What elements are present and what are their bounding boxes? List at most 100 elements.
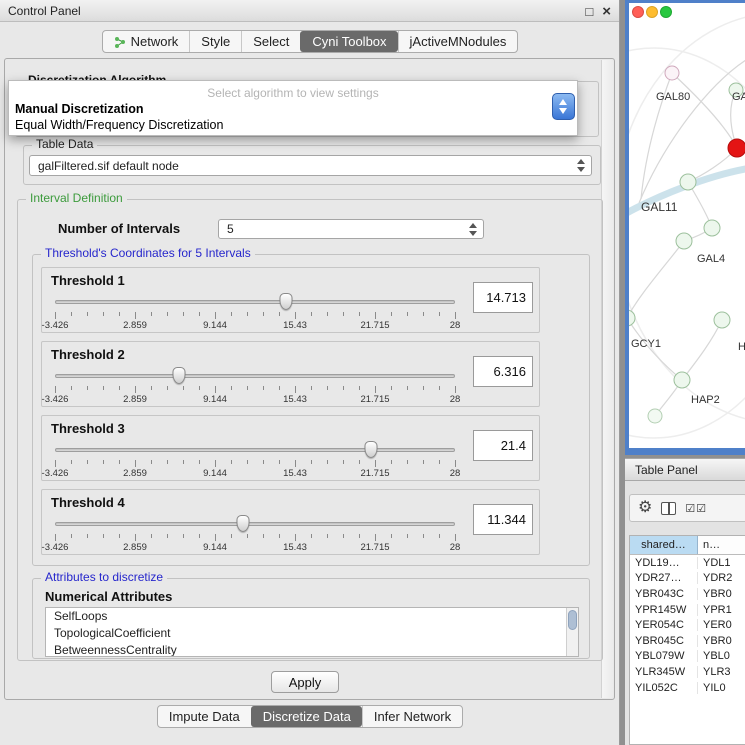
attribute-list-item[interactable]: SelfLoops	[46, 608, 578, 625]
scale-tick-label: 28	[450, 468, 461, 479]
tab-infer-network[interactable]: Infer Network	[362, 706, 462, 727]
table-row[interactable]: YBR043CYBR0	[630, 586, 745, 602]
slider-thumb[interactable]	[237, 515, 250, 532]
algorithm-option-manual[interactable]: Manual Discretization	[15, 102, 144, 116]
network-node[interactable]	[629, 310, 635, 326]
slider-track[interactable]	[55, 374, 455, 378]
column-header-name[interactable]: n…	[698, 536, 745, 554]
network-node[interactable]	[674, 372, 690, 388]
algorithm-placeholder: Select algorithm to view settings	[9, 86, 577, 100]
network-canvas[interactable]: GAL80 GA GAL11 GAL4 GCY1 H HAP2	[629, 3, 745, 448]
number-of-intervals-value: 5	[219, 222, 469, 236]
node-label: GCY1	[631, 338, 661, 350]
tab-jactivemnodules-label: jActiveMNodules	[410, 34, 507, 49]
float-window-icon[interactable]: □	[585, 4, 593, 19]
table-row[interactable]: YDL19…YDL1	[630, 555, 745, 571]
threshold-1-slider: -3.426 2.859 9.144 15.43 21.715 28	[55, 292, 455, 332]
selected-node-red[interactable]	[728, 139, 745, 157]
numerical-attributes-list[interactable]: SelfLoopsTopologicalCoefficientBetweenne…	[45, 607, 579, 657]
scale-tick-label: -3.426	[42, 542, 69, 553]
tab-impute-data[interactable]: Impute Data	[158, 706, 251, 727]
scale-tick-label: 9.144	[203, 320, 227, 331]
threshold-2-label: Threshold 2	[51, 347, 125, 362]
network-node[interactable]	[648, 409, 662, 423]
minimize-traffic-light[interactable]	[647, 7, 658, 18]
apply-button[interactable]: Apply	[271, 671, 339, 693]
attribute-list-item[interactable]: TopologicalCoefficient	[46, 625, 578, 642]
slider-thumb[interactable]	[279, 293, 292, 310]
slider-track[interactable]	[55, 522, 455, 526]
table-row[interactable]: YDR27…YDR2	[630, 571, 745, 587]
scale-tick-label: 28	[450, 394, 461, 405]
table-data-value: galFiltered.sif default node	[30, 159, 577, 173]
number-of-intervals-combobox[interactable]: 5	[218, 219, 484, 239]
column-header-shared-name[interactable]: shared…	[630, 536, 698, 554]
table-row[interactable]: YBR045CYBR0	[630, 633, 745, 649]
tab-cyni-toolbox[interactable]: Cyni Toolbox	[300, 31, 397, 52]
node-table-rows: YDL19…YDL1YDR27…YDR2YBR043CYBR0YPR145WYP…	[630, 555, 745, 695]
network-node[interactable]	[704, 220, 720, 236]
table-header-row: shared… n…	[630, 536, 745, 555]
scale-tick-label: 15.43	[283, 394, 307, 405]
network-node[interactable]	[680, 174, 696, 190]
threshold-4-value-field[interactable]: 11.344	[473, 504, 533, 535]
scale-tick-label: 2.859	[123, 468, 147, 479]
tab-jactivemnodules[interactable]: jActiveMNodules	[398, 31, 518, 52]
tab-style[interactable]: Style	[189, 31, 241, 52]
scale-tick-label: 28	[450, 542, 461, 553]
combo-stepper-button[interactable]	[552, 93, 575, 120]
network-node[interactable]	[714, 312, 730, 328]
threshold-coordinates-group: Threshold's Coordinates for 5 Intervals …	[32, 254, 590, 566]
slider-thumb[interactable]	[365, 441, 378, 458]
list-scrollbar[interactable]	[566, 608, 578, 656]
number-of-intervals-label: Number of Intervals	[58, 221, 180, 236]
tab-discretize-data[interactable]: Discretize Data	[251, 706, 362, 727]
close-traffic-light[interactable]	[633, 7, 644, 18]
scale-tick-label: -3.426	[42, 394, 69, 405]
node-label: GA	[732, 91, 745, 103]
table-row[interactable]: YER054CYER0	[630, 617, 745, 633]
slider-track[interactable]	[55, 300, 455, 304]
table-row[interactable]: YLR345WYLR3	[630, 664, 745, 680]
network-view-window[interactable]: GAL80 GA GAL11 GAL4 GCY1 H HAP2	[625, 0, 745, 455]
table-data-combobox[interactable]: galFiltered.sif default node	[29, 155, 592, 176]
column-settings-icon[interactable]	[661, 502, 676, 515]
control-panel-titlebar: Control Panel □ ×	[0, 0, 619, 22]
network-icon	[114, 36, 126, 48]
node-label: GAL11	[641, 200, 678, 214]
threshold-3-value-field[interactable]: 21.4	[473, 430, 533, 461]
scale-tick-label: 21.715	[360, 542, 389, 553]
tab-select[interactable]: Select	[241, 31, 300, 52]
scale-tick-label: 2.859	[123, 320, 147, 331]
tab-select-label: Select	[253, 34, 289, 49]
threshold-1-value-field[interactable]: 14.713	[473, 282, 533, 313]
zoom-traffic-light[interactable]	[661, 7, 672, 18]
network-node[interactable]	[676, 233, 692, 249]
tab-cyni-toolbox-label: Cyni Toolbox	[312, 34, 386, 49]
tab-network[interactable]: Network	[103, 31, 190, 52]
slider-thumb[interactable]	[173, 367, 186, 384]
algorithm-option-equal-width[interactable]: Equal Width/Frequency Discretization	[15, 118, 223, 132]
attributes-to-discretize-group: Attributes to discretize Numerical Attri…	[32, 578, 590, 659]
algorithm-dropdown-popup: Select algorithm to view settings Manual…	[8, 80, 578, 136]
table-row[interactable]: YPR145WYPR1	[630, 602, 745, 618]
tab-network-label: Network	[131, 34, 179, 49]
scale-tick-label: 2.859	[123, 394, 147, 405]
threshold-4-panel: Threshold 4 -3.426 2.859 9.144 15.43 21.…	[41, 489, 540, 555]
close-icon[interactable]: ×	[602, 3, 611, 20]
scale-tick-label: 21.715	[360, 468, 389, 479]
bottom-tab-bar: Impute Data Discretize Data Infer Networ…	[0, 705, 620, 728]
gear-icon[interactable]: ⚙	[638, 500, 652, 516]
scale-tick-label: -3.426	[42, 468, 69, 479]
threshold-4-label: Threshold 4	[51, 495, 125, 510]
slider-track[interactable]	[55, 448, 455, 452]
table-data-label: Table Data	[32, 137, 97, 151]
select-checkboxes-icon[interactable]: ☑☑	[685, 502, 707, 515]
table-row[interactable]: YIL052CYIL0	[630, 680, 745, 696]
scale-tick-label: 9.144	[203, 468, 227, 479]
threshold-2-value-field[interactable]: 6.316	[473, 356, 533, 387]
table-row[interactable]: YBL079WYBL0	[630, 649, 745, 665]
attribute-list-item[interactable]: BetweennessCentrality	[46, 642, 578, 657]
network-node[interactable]	[665, 66, 679, 80]
threshold-3-label: Threshold 3	[51, 421, 125, 436]
